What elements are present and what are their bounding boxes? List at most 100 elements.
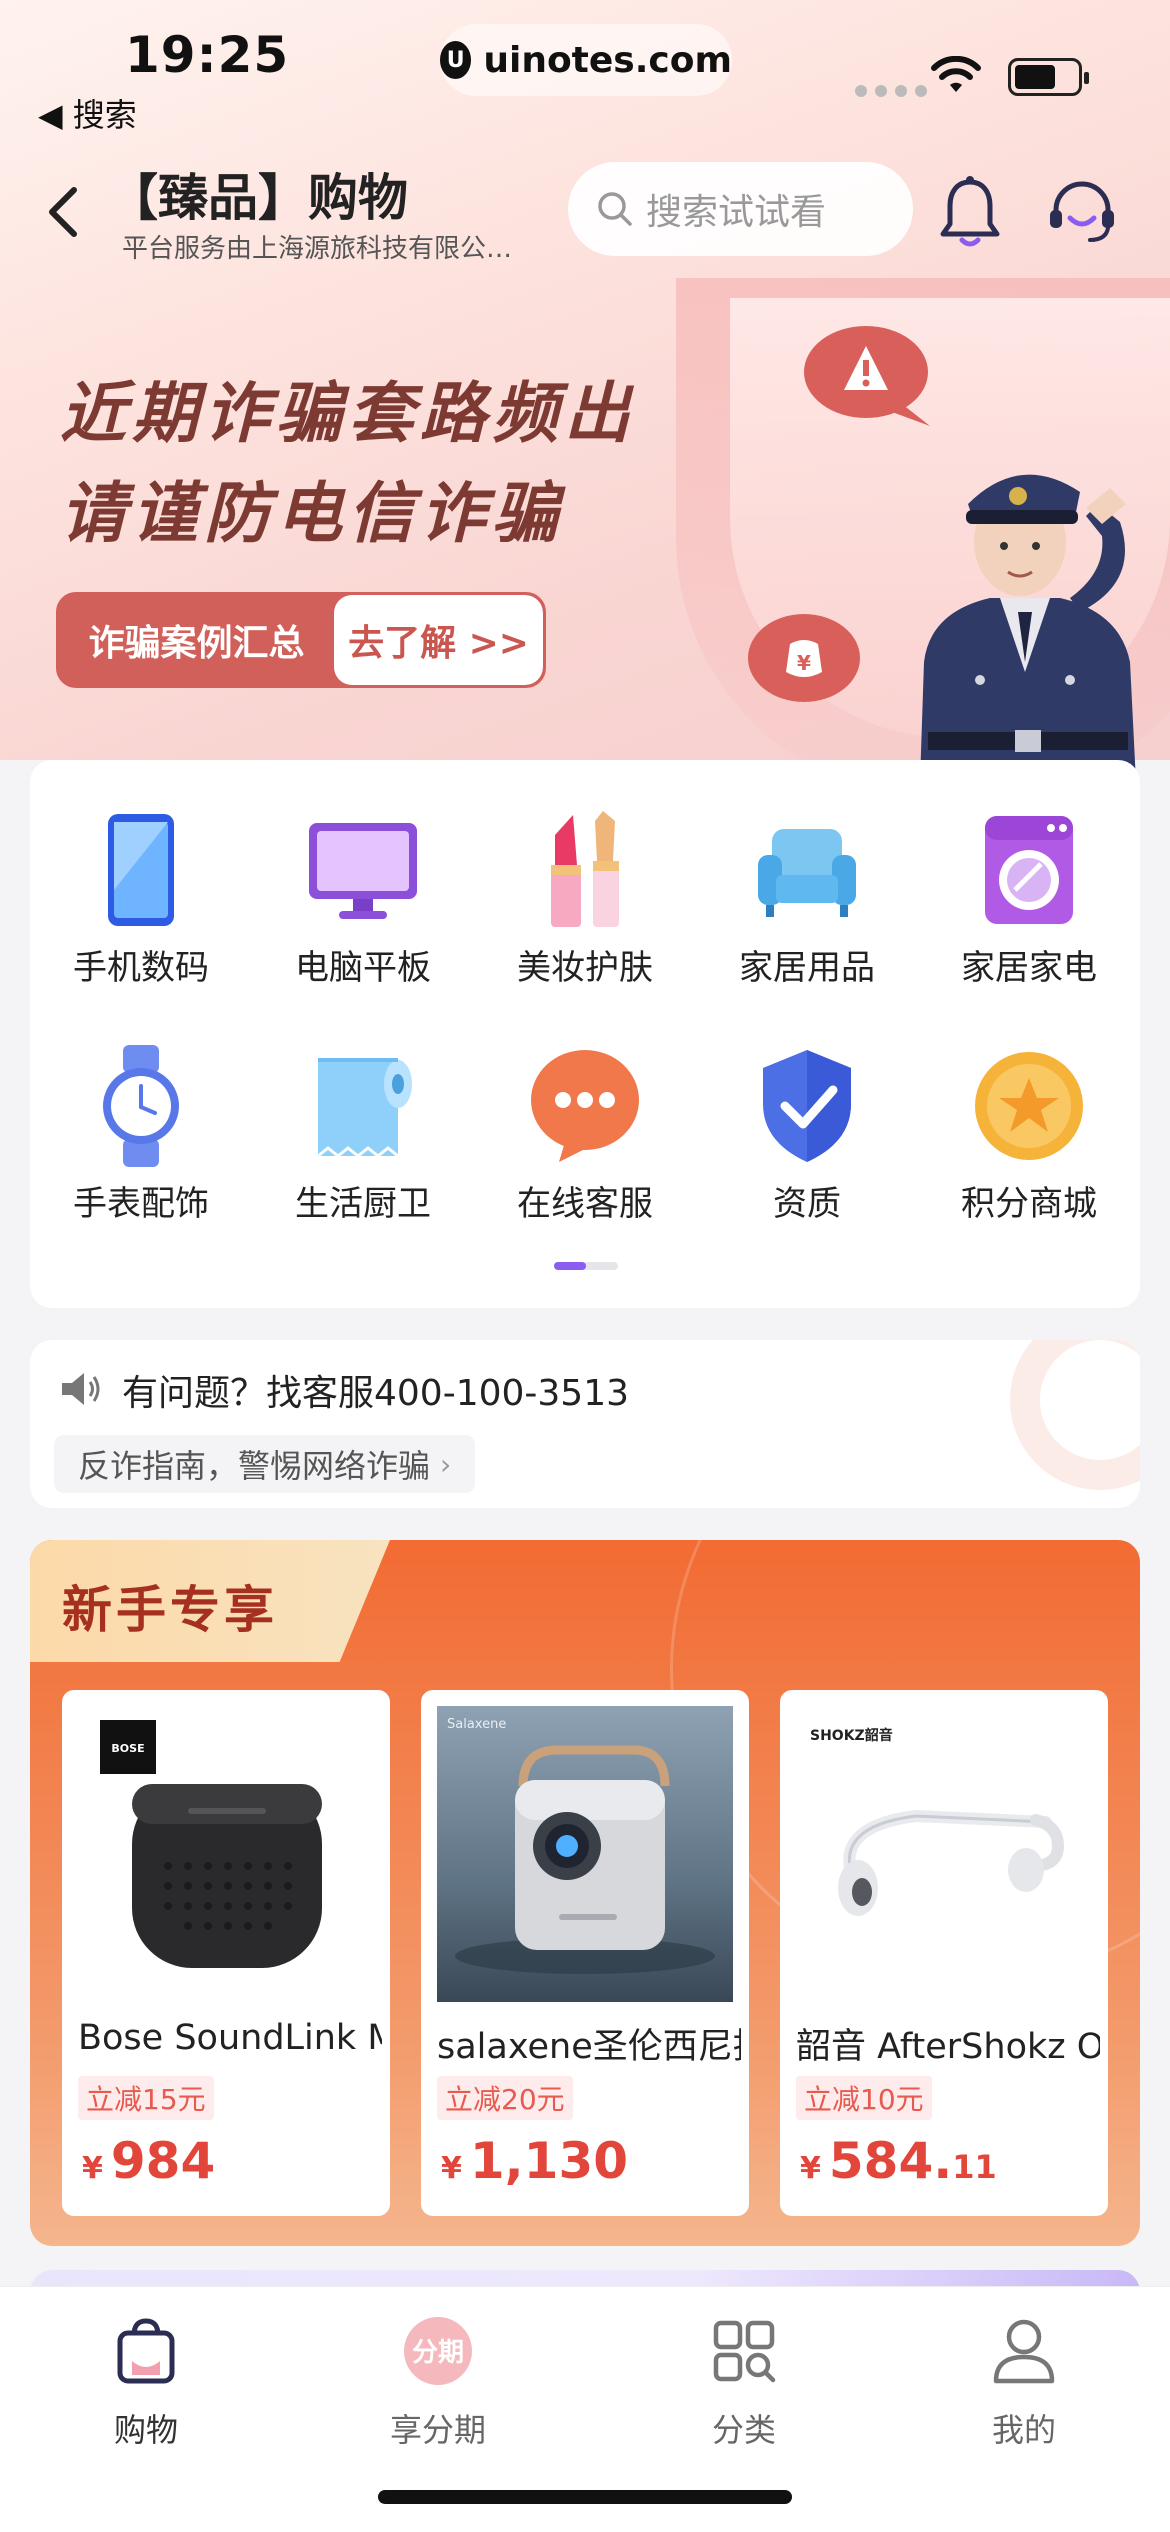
search-icon bbox=[598, 192, 632, 226]
fraud-cases-button[interactable]: 诈骗案例汇总 去了解 >> bbox=[56, 592, 546, 688]
svg-text:SHOKZ韶音: SHOKZ韶音 bbox=[810, 1727, 893, 1744]
page: 19:25 ◀ 搜索 U uinotes.com 【臻品】购物 平台服务由上海源… bbox=[0, 0, 1170, 2532]
decorative-ring bbox=[1010, 1340, 1140, 1490]
tab-label: 分类 bbox=[711, 2411, 776, 2449]
category-grid-icon bbox=[704, 2313, 784, 2389]
speaker-icon bbox=[62, 1373, 100, 1405]
category-label: 积分商城 bbox=[961, 1184, 1097, 1224]
back-arrow-icon[interactable] bbox=[40, 182, 90, 242]
currency-symbol: ¥ bbox=[82, 2151, 103, 2186]
category-home-appliance[interactable]: 家居家电 bbox=[918, 760, 1140, 990]
battery-icon bbox=[1008, 58, 1089, 96]
newbie-exclusive-section: 新手专享 BOSE Bose SoundLink Micro 立减15元 ¥ bbox=[30, 1540, 1140, 2246]
svg-text:¥: ¥ bbox=[797, 651, 811, 675]
tab-mine[interactable]: 我的 bbox=[878, 2301, 1170, 2451]
banner-headline-2: 请谨防电信诈骗 bbox=[60, 475, 564, 552]
price-decimal: 11 bbox=[952, 2148, 997, 2186]
discount-tag: 立减15元 bbox=[78, 2076, 214, 2120]
discount-tag: 立减20元 bbox=[437, 2076, 573, 2120]
svg-text:BOSE: BOSE bbox=[111, 1742, 144, 1755]
tab-label: 我的 bbox=[991, 2411, 1056, 2449]
product-name: 韶音 AfterShokz OpenMove bbox=[796, 2027, 1100, 2067]
currency-symbol: ¥ bbox=[800, 2151, 821, 2186]
price-integer: 1,130 bbox=[469, 2132, 629, 2190]
price-integer: 584. bbox=[828, 2132, 953, 2190]
learn-more-label: 去了解 >> bbox=[334, 595, 543, 685]
category-label: 家居用品 bbox=[739, 948, 875, 988]
category-label: 美妆护肤 bbox=[517, 948, 653, 988]
anti-fraud-banner[interactable]: 近期诈骗套路频出 请谨防电信诈骗 诈骗案例汇总 去了解 >> ¥ bbox=[0, 278, 1170, 778]
category-beauty-skincare[interactable]: 美妆护肤 bbox=[474, 760, 696, 990]
product-price: ¥ 1,130 bbox=[441, 2132, 628, 2190]
lipstick-icon bbox=[515, 800, 655, 940]
url-pill[interactable]: U uinotes.com bbox=[440, 24, 732, 96]
anti-fraud-guide-label: 反诈指南，警惕网络诈骗 bbox=[78, 1447, 431, 1485]
wifi-icon bbox=[931, 56, 981, 92]
monitor-icon bbox=[293, 800, 433, 940]
category-label: 家居家电 bbox=[961, 948, 1097, 988]
customer-service-hotline[interactable]: 有问题？找客服400-100-3513 bbox=[122, 1364, 629, 1416]
category-watch-accessories[interactable]: 手表配饰 bbox=[30, 996, 252, 1226]
category-computer-tablet[interactable]: 电脑平板 bbox=[252, 760, 474, 990]
bell-icon[interactable] bbox=[937, 174, 1003, 250]
discount-tag: 立减10元 bbox=[796, 2076, 932, 2120]
bose-speaker-image: BOSE bbox=[78, 1706, 374, 2002]
anti-fraud-guide-link[interactable]: 反诈指南，警惕网络诈骗 › bbox=[54, 1435, 476, 1493]
chat-bubble-icon bbox=[515, 1036, 655, 1176]
category-qualification[interactable]: 资质 bbox=[696, 996, 918, 1226]
washing-machine-icon bbox=[959, 800, 1099, 940]
status-bar: 19:25 ◀ 搜索 U uinotes.com bbox=[0, 0, 1170, 140]
price-integer: 984 bbox=[110, 2132, 216, 2190]
product-card-shokz[interactable]: SHOKZ韶音 韶音 AfterShokz OpenMove 立减10元 ¥ 5… bbox=[780, 1690, 1108, 2216]
site-logo-icon: U bbox=[440, 41, 472, 79]
category-label: 电脑平板 bbox=[295, 948, 431, 988]
bone-conduction-headphones-image: SHOKZ韶音 bbox=[796, 1706, 1092, 2002]
category-card: 手机数码 电脑平板 美妆护肤 家居用品 家居家电 手表配饰 生活厨卫 在线客服 … bbox=[30, 760, 1140, 1308]
category-label: 生活厨卫 bbox=[295, 1184, 431, 1224]
search-input[interactable]: 搜索试试看 bbox=[568, 162, 913, 256]
profile-icon bbox=[984, 2313, 1064, 2389]
sofa-icon bbox=[737, 800, 877, 940]
shield-check-icon bbox=[737, 1036, 877, 1176]
category-points-mall[interactable]: 积分商城 bbox=[918, 996, 1140, 1226]
category-label: 手表配饰 bbox=[73, 1184, 209, 1224]
status-time: 19:25 bbox=[125, 26, 290, 84]
currency-symbol: ¥ bbox=[441, 2151, 462, 2186]
category-home-goods[interactable]: 家居用品 bbox=[696, 760, 918, 990]
category-label: 在线客服 bbox=[517, 1184, 653, 1224]
section-title: 新手专享 bbox=[62, 1581, 278, 1639]
back-to-search-app[interactable]: ◀ 搜索 bbox=[38, 90, 137, 136]
category-online-service[interactable]: 在线客服 bbox=[474, 996, 696, 1226]
url-text: uinotes.com bbox=[483, 39, 732, 81]
tab-installment[interactable]: 分期 享分期 bbox=[292, 2301, 584, 2451]
tab-shopping[interactable]: 购物 bbox=[0, 2301, 292, 2451]
watch-icon bbox=[71, 1036, 211, 1176]
category-label: 资质 bbox=[773, 1184, 841, 1224]
tissue-roll-icon bbox=[293, 1036, 433, 1176]
tab-label: 享分期 bbox=[389, 2411, 486, 2449]
svg-text:Salaxene: Salaxene bbox=[447, 1717, 506, 1732]
tab-label: 购物 bbox=[113, 2411, 178, 2449]
service-notice-card[interactable]: 有问题？找客服400-100-3513 反诈指南，警惕网络诈骗 › bbox=[30, 1340, 1140, 1508]
category-label: 手机数码 bbox=[73, 948, 209, 988]
product-price: ¥ 984 bbox=[82, 2132, 215, 2190]
customer-service-icon[interactable] bbox=[1046, 176, 1118, 248]
page-indicator bbox=[554, 1262, 618, 1270]
category-kitchen-bath[interactable]: 生活厨卫 bbox=[252, 996, 474, 1226]
product-card-salaxene[interactable]: Salaxene salaxene圣伦西尼投影仪 立减20元 ¥ 1,130 bbox=[421, 1690, 749, 2216]
projector-image: Salaxene bbox=[437, 1706, 733, 2002]
tab-category[interactable]: 分类 bbox=[598, 2301, 890, 2451]
money-bag-bubble-icon: ¥ bbox=[748, 614, 860, 702]
chevron-right-icon: › bbox=[440, 1447, 452, 1481]
product-card-bose[interactable]: BOSE Bose SoundLink Micro 立减15元 ¥ 984 bbox=[62, 1690, 390, 2216]
page-title: 【臻品】购物 bbox=[108, 169, 408, 227]
home-indicator[interactable] bbox=[378, 2490, 792, 2504]
fraud-cases-label: 诈骗案例汇总 bbox=[88, 623, 305, 664]
product-name: Bose SoundLink Micro bbox=[78, 2018, 382, 2058]
banner-headline-1: 近期诈骗套路频出 bbox=[60, 375, 636, 452]
star-coin-icon bbox=[959, 1036, 1099, 1176]
app-header: 【臻品】购物 平台服务由上海源旅科技有限公司... 搜索试试看 bbox=[0, 150, 1170, 280]
police-officer-illustration bbox=[920, 474, 1136, 778]
category-phone-digital[interactable]: 手机数码 bbox=[30, 760, 252, 990]
page-subtitle: 平台服务由上海源旅科技有限公司... bbox=[122, 234, 532, 264]
